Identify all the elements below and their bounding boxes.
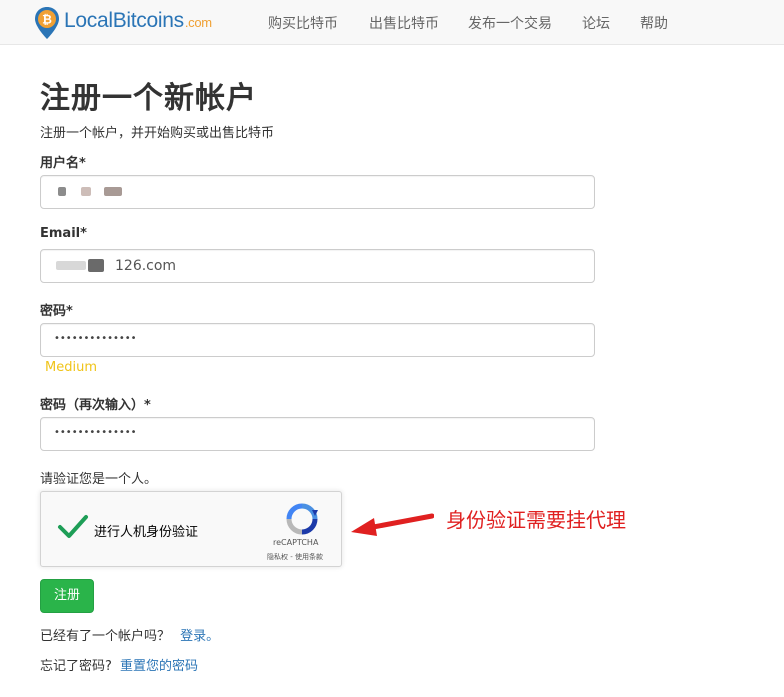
password-confirm-mask: •••••••••••••• xyxy=(54,427,137,438)
top-navbar: ₿ LocalBitcoins.com 购买比特币 出售比特币 发布一个交易 论… xyxy=(0,0,784,45)
redacted-text xyxy=(88,259,104,272)
redacted-text xyxy=(56,261,86,270)
recaptcha-links[interactable]: 隐私权 - 使用条款 xyxy=(267,552,323,562)
email-field[interactable]: 126.com xyxy=(40,249,595,283)
recaptcha-logo-icon xyxy=(286,503,318,535)
email-label: Email* xyxy=(40,226,87,241)
reset-password-link[interactable]: 重置您的密码 xyxy=(120,659,198,674)
password-field[interactable]: •••••••••••••• xyxy=(40,323,595,357)
recaptcha-checkbox-label: 进行人机身份验证 xyxy=(94,525,199,540)
password-strength: Medium xyxy=(45,360,97,375)
password-confirm-field[interactable]: •••••••••••••• xyxy=(40,417,595,451)
login-prompt-line: 已经有了一个帐户吗？ 登录。 xyxy=(40,625,219,644)
brand-name: LocalBitcoins.com xyxy=(64,9,212,32)
reset-prompt: 忘记了密码? xyxy=(40,659,112,674)
nav-buy-bitcoin[interactable]: 购买比特币 xyxy=(268,13,338,33)
password-label: 密码* xyxy=(40,304,73,319)
register-button[interactable]: 注册 xyxy=(40,579,94,613)
page-subtitle: 注册一个帐户，并开始购买或出售比特币 xyxy=(40,126,275,141)
nav-help[interactable]: 帮助 xyxy=(640,13,668,33)
nav-sell-bitcoin[interactable]: 出售比特币 xyxy=(369,13,439,33)
redacted-text xyxy=(58,187,66,196)
password-confirm-label: 密码（再次输入）* xyxy=(40,398,151,413)
bitcoin-pin-icon: ₿ xyxy=(35,7,59,39)
red-arrow-icon xyxy=(351,513,434,536)
nav-forum[interactable]: 论坛 xyxy=(582,13,610,33)
checkmark-icon[interactable] xyxy=(57,514,89,540)
reset-prompt-line: 忘记了密码? 重置您的密码 xyxy=(40,655,198,674)
redacted-text xyxy=(104,187,122,196)
svg-text:₿: ₿ xyxy=(42,13,52,27)
redacted-text xyxy=(81,187,91,196)
nav-post-trade[interactable]: 发布一个交易 xyxy=(468,13,552,33)
annotation-text: 身份验证需要挂代理 xyxy=(446,508,626,532)
recaptcha-widget: 进行人机身份验证 reCAPTCHA 隐私权 - 使用条款 xyxy=(40,491,342,567)
human-verify-label: 请验证您是一个人。 xyxy=(40,472,158,487)
login-prompt: 已经有了一个帐户吗？ xyxy=(40,629,171,644)
username-label: 用户名* xyxy=(40,156,86,171)
login-link[interactable]: 登录。 xyxy=(180,629,219,644)
email-value: 126.com xyxy=(115,258,177,274)
recaptcha-brand: reCAPTCHA xyxy=(273,538,319,547)
password-mask: •••••••••••••• xyxy=(54,333,137,344)
username-field[interactable] xyxy=(40,175,595,209)
page-title: 注册一个新帐户 xyxy=(40,81,257,116)
